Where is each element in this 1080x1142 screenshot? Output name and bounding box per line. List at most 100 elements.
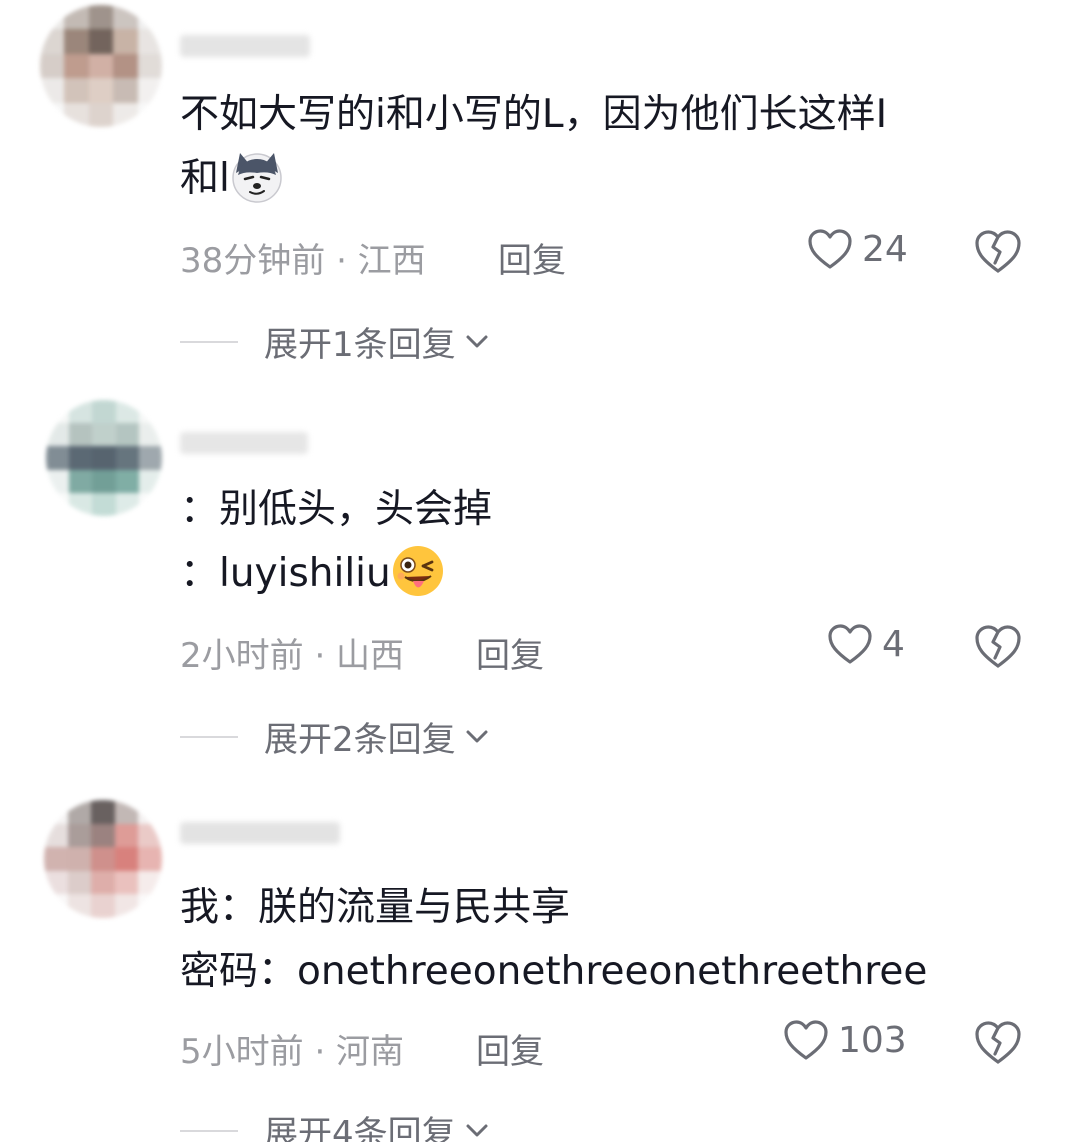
like-button[interactable]: 103 bbox=[782, 1016, 907, 1064]
chevron-down-icon bbox=[466, 1124, 488, 1136]
avatar-mosaic-tile bbox=[64, 53, 89, 79]
expand-replies-button[interactable]: 展开1条回复 bbox=[180, 317, 492, 366]
broken-heart-icon[interactable] bbox=[972, 226, 1024, 278]
avatar-mosaic-tile bbox=[67, 894, 92, 918]
avatar-mosaic-tile bbox=[67, 800, 92, 824]
avatar-mosaic-tile bbox=[88, 53, 114, 79]
avatar-mosaic-tile bbox=[137, 78, 162, 103]
chevron-down-icon bbox=[466, 730, 488, 742]
comment-meta: 38分钟前 · 江西 回复 bbox=[180, 233, 566, 282]
avatar-mosaic-tile bbox=[91, 800, 115, 824]
avatar-mosaic-tile bbox=[115, 400, 139, 424]
avatar-mosaic-tile bbox=[138, 400, 162, 424]
avatar-mosaic-tile bbox=[138, 894, 162, 918]
username-blurred[interactable] bbox=[180, 432, 308, 454]
avatar-mosaic-tile bbox=[69, 400, 93, 424]
comment-line-1: ：别低头，头会掉 bbox=[180, 487, 493, 532]
comment-meta: 5小时前 · 河南 回复 bbox=[180, 1024, 544, 1073]
avatar-mosaic-tile bbox=[114, 870, 139, 895]
divider-line bbox=[180, 735, 238, 738]
avatar-mosaic-tile bbox=[67, 870, 92, 895]
avatar-mosaic-tile bbox=[88, 5, 114, 30]
comment-line-1: 不如大写的i和小写的L，因为他们长这样I bbox=[180, 92, 888, 137]
username-blurred[interactable] bbox=[180, 822, 340, 844]
comment-text: 不如大写的i和小写的L，因为他们长这样I 和l bbox=[180, 83, 887, 211]
avatar-mosaic-tile bbox=[64, 29, 89, 54]
wink-tongue-emoji bbox=[392, 546, 443, 596]
expand-replies-button[interactable]: 展开4条回复 bbox=[180, 1106, 492, 1142]
avatar-mosaic-tile bbox=[138, 870, 162, 895]
avatar-mosaic-tile bbox=[46, 492, 70, 516]
time-location: 5小时前 · 河南 bbox=[180, 1032, 405, 1072]
expand-replies-label: 展开1条回复 bbox=[264, 325, 456, 365]
reply-button[interactable]: 回复 bbox=[498, 233, 566, 282]
avatar-mosaic-tile bbox=[44, 870, 68, 895]
like-count: 103 bbox=[838, 1019, 907, 1061]
comment-line-1: 我：朕的流量与民共享 bbox=[180, 885, 571, 930]
chevron-down-icon bbox=[466, 335, 488, 347]
avatar-mosaic-tile bbox=[67, 823, 92, 848]
avatar-mosaic-tile bbox=[115, 446, 139, 470]
avatar-mosaic-tile bbox=[88, 29, 114, 54]
time-location: 38分钟前 · 江西 bbox=[180, 241, 426, 281]
comment-item: 我：朕的流量与民共享 密码：onethreeonethreeonethreeth… bbox=[0, 800, 1080, 1142]
like-button[interactable]: 4 bbox=[826, 620, 905, 668]
reply-button[interactable]: 回复 bbox=[476, 628, 544, 677]
avatar-mosaic-tile bbox=[113, 102, 138, 127]
like-button[interactable]: 24 bbox=[806, 225, 908, 273]
avatar-mosaic-tile bbox=[91, 894, 115, 918]
avatar-mosaic-tile bbox=[46, 446, 70, 470]
divider-line bbox=[180, 1129, 238, 1132]
reply-button[interactable]: 回复 bbox=[476, 1024, 544, 1073]
avatar-mosaic-tile bbox=[40, 53, 65, 79]
avatar-mosaic-tile bbox=[44, 847, 68, 871]
avatar-mosaic-tile bbox=[92, 423, 116, 447]
avatar[interactable] bbox=[40, 5, 162, 127]
avatar-mosaic-tile bbox=[137, 102, 162, 127]
comment-text: ：别低头，头会掉 ：luyishiliu bbox=[180, 478, 492, 606]
comment-item: 不如大写的i和小写的L，因为他们长这样I 和l 38分钟前 · 江西 回复 24… bbox=[0, 5, 1080, 365]
avatar-mosaic-tile bbox=[138, 847, 162, 871]
avatar-mosaic-tile bbox=[115, 423, 139, 447]
avatar-mosaic-tile bbox=[113, 78, 138, 103]
like-count: 4 bbox=[882, 623, 905, 665]
avatar-mosaic-tile bbox=[138, 423, 162, 447]
avatar-mosaic-tile bbox=[114, 894, 139, 918]
heart-outline-icon bbox=[808, 229, 852, 269]
avatar-mosaic-tile bbox=[40, 78, 65, 103]
avatar-mosaic-tile bbox=[114, 800, 139, 824]
username-blurred[interactable] bbox=[180, 35, 310, 57]
avatar-mosaic-tile bbox=[114, 847, 139, 871]
avatar-mosaic-tile bbox=[88, 78, 114, 103]
avatar-mosaic-tile bbox=[138, 823, 162, 848]
avatar-mosaic-tile bbox=[114, 823, 139, 848]
comment-item: ：别低头，头会掉 ：luyishiliu 2小时前 · 山西 回复 4 展开2条… bbox=[0, 400, 1080, 760]
avatar-mosaic-tile bbox=[46, 469, 70, 493]
expand-replies-button[interactable]: 展开2条回复 bbox=[180, 712, 492, 761]
avatar-mosaic-tile bbox=[46, 423, 70, 447]
avatar-mosaic-tile bbox=[46, 400, 70, 424]
avatar[interactable] bbox=[44, 800, 162, 918]
divider-line bbox=[180, 340, 238, 343]
husky-smirk-emoji bbox=[232, 153, 282, 203]
avatar-mosaic-tile bbox=[115, 492, 139, 516]
avatar-mosaic-tile bbox=[138, 492, 162, 516]
broken-heart-icon[interactable] bbox=[972, 1017, 1024, 1069]
comment-meta: 2小时前 · 山西 回复 bbox=[180, 628, 544, 677]
avatar-mosaic-tile bbox=[64, 102, 89, 127]
like-count: 24 bbox=[862, 228, 908, 270]
avatar-mosaic-tile bbox=[69, 492, 93, 516]
heart-outline-icon bbox=[828, 624, 872, 664]
avatar-mosaic-tile bbox=[69, 469, 93, 493]
avatar-mosaic-tile bbox=[67, 847, 92, 871]
avatar-mosaic-tile bbox=[113, 53, 138, 79]
broken-heart-icon[interactable] bbox=[972, 621, 1024, 673]
comment-line-2: 密码：onethreeonethreeonethreethree bbox=[180, 949, 928, 994]
avatar-mosaic-tile bbox=[113, 5, 138, 30]
avatar-mosaic-tile bbox=[91, 847, 115, 871]
time-location: 2小时前 · 山西 bbox=[180, 636, 405, 676]
avatar[interactable] bbox=[46, 400, 162, 516]
expand-replies-label: 展开4条回复 bbox=[264, 1114, 456, 1142]
avatar-mosaic-tile bbox=[40, 29, 65, 54]
avatar-mosaic-tile bbox=[40, 102, 65, 127]
